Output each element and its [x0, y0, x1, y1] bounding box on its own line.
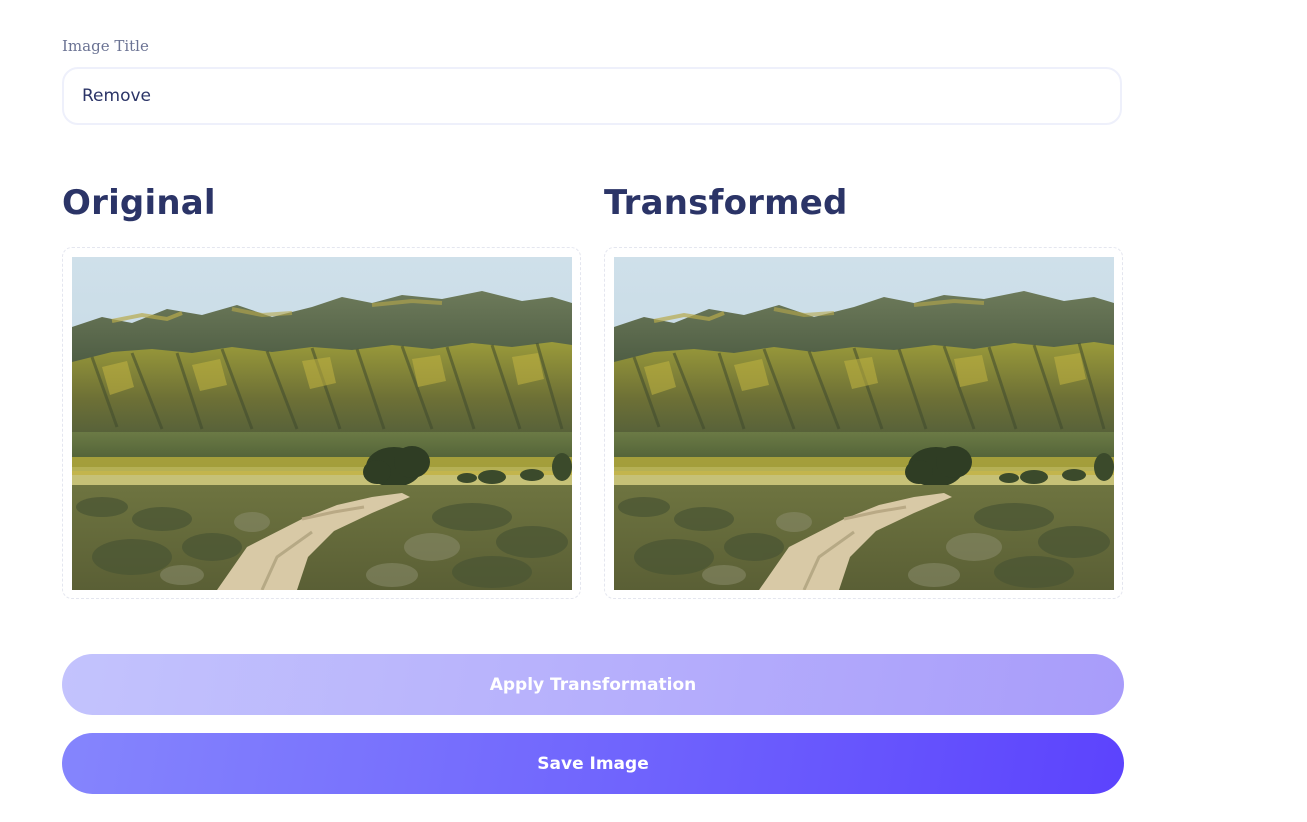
original-image-card	[62, 247, 581, 599]
image-title-label: Image Title	[62, 37, 149, 55]
original-heading: Original	[62, 183, 216, 223]
transformed-heading: Transformed	[604, 183, 848, 223]
original-landscape-image	[72, 257, 572, 590]
image-title-input[interactable]	[62, 67, 1122, 125]
image-editor-page: Image Title Original Transformed	[0, 0, 1307, 822]
apply-transformation-button[interactable]: Apply Transformation	[62, 654, 1124, 715]
save-image-button[interactable]: Save Image	[62, 733, 1124, 794]
transformed-landscape-image	[614, 257, 1114, 590]
transformed-image-card	[604, 247, 1123, 599]
